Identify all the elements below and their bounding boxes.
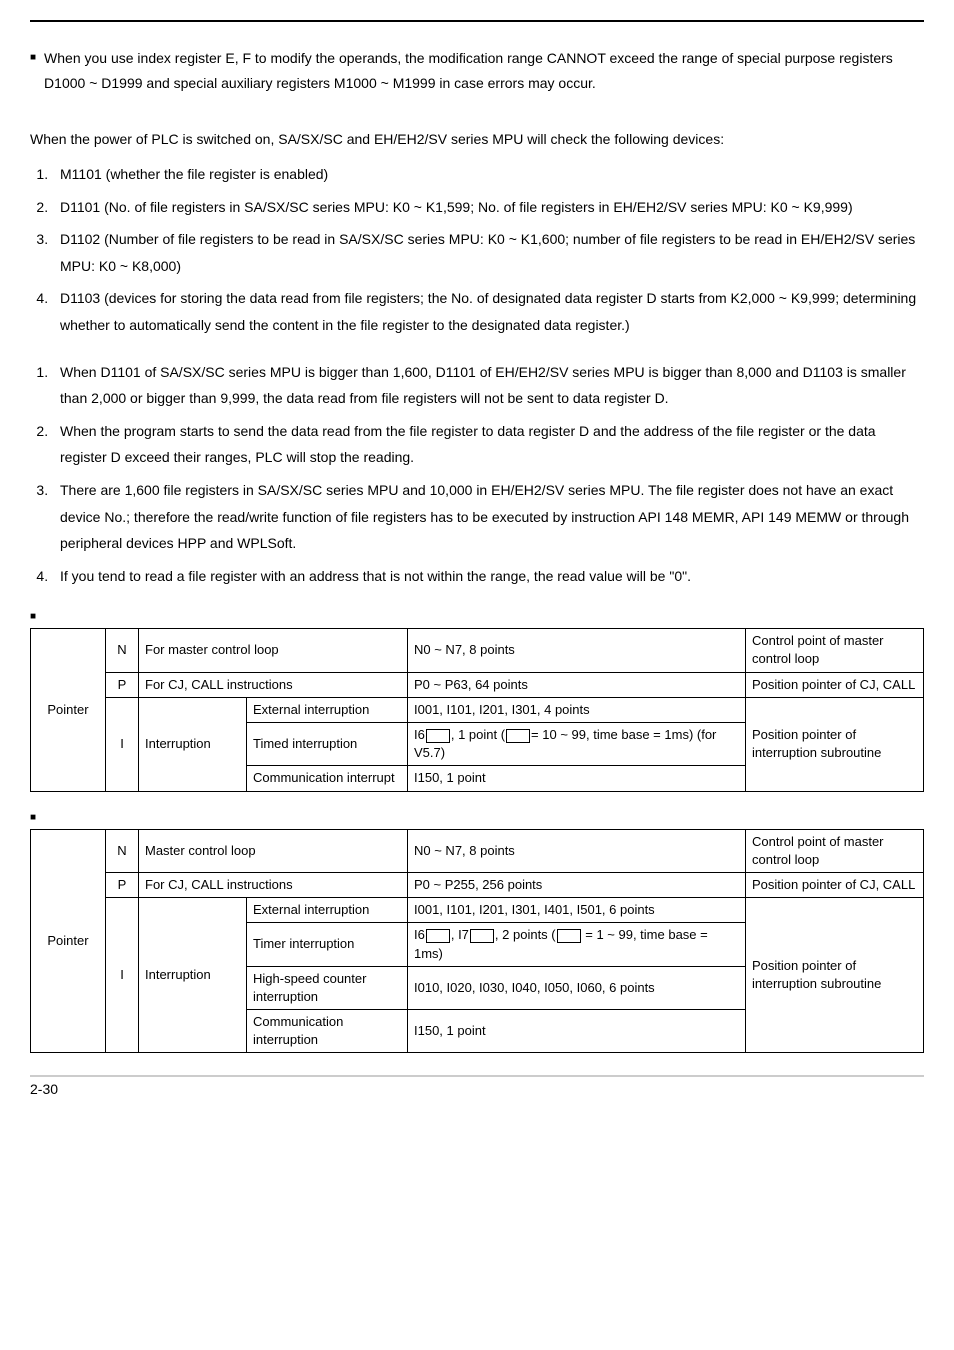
val-cell: I150, 1 point [408, 766, 746, 791]
val-cell: I6, I7, 2 points ( = 1 ~ 99, time base =… [408, 923, 746, 966]
type-cell: Timed interruption [247, 723, 408, 766]
desc-cell: For CJ, CALL instructions [139, 672, 408, 697]
val-cell: I010, I020, I030, I040, I050, I060, 6 po… [408, 966, 746, 1009]
type-cell: Communication interruption [247, 1010, 408, 1053]
table-row: P For CJ, CALL instructions P0 ~ P63, 64… [31, 672, 924, 697]
type-cell: Communication interrupt [247, 766, 408, 791]
range-cell: P0 ~ P255, 256 points [408, 872, 746, 897]
check-item: M1101 (whether the file register is enab… [52, 161, 924, 188]
placeholder-box-icon [426, 729, 450, 743]
type-cell: Timer interruption [247, 923, 408, 966]
type-cell: High-speed counter interruption [247, 966, 408, 1009]
check-intro: When the power of PLC is switched on, SA… [30, 126, 924, 153]
sym-cell: P [106, 872, 139, 897]
sym-cell: N [106, 829, 139, 872]
table-row: Pointer N For master control loop N0 ~ N… [31, 629, 924, 672]
type-cell: External interruption [247, 697, 408, 722]
table-row: I Interruption External interruption I00… [31, 697, 924, 722]
group-cell: Pointer [31, 829, 106, 1053]
desc-cell: For master control loop [139, 629, 408, 672]
placeholder-box-icon [470, 929, 494, 943]
notes-list: When D1101 of SA/SX/SC series MPU is big… [30, 359, 924, 590]
func-cell: Control point of master control loop [746, 629, 924, 672]
group-cell: Pointer [31, 629, 106, 791]
square-bullet-icon: ■ [30, 50, 36, 96]
sub-cell: Interruption [139, 898, 247, 1053]
placeholder-box-icon [557, 929, 581, 943]
placeholder-box-icon [426, 929, 450, 943]
desc-cell: Master control loop [139, 829, 408, 872]
sym-cell: N [106, 629, 139, 672]
section-bullet-icon: ■ [30, 810, 924, 825]
func-cell: Position pointer of CJ, CALL [746, 672, 924, 697]
check-list: M1101 (whether the file register is enab… [30, 161, 924, 339]
sym-cell: I [106, 697, 139, 791]
sym-cell: I [106, 898, 139, 1053]
check-item: D1103 (devices for storing the data read… [52, 285, 924, 338]
val-cell: I6, 1 point (= 10 ~ 99, time base = 1ms)… [408, 723, 746, 766]
func-cell: Control point of master control loop [746, 829, 924, 872]
val-cell: I150, 1 point [408, 1010, 746, 1053]
sub-cell: Interruption [139, 697, 247, 791]
section-bullet-icon: ■ [30, 609, 924, 624]
placeholder-box-icon [506, 729, 530, 743]
notes-item: When the program starts to send the data… [52, 418, 924, 471]
func-cell: Position pointer of CJ, CALL [746, 872, 924, 897]
page-number: 2-30 [30, 1075, 924, 1100]
notes-item: If you tend to read a file register with… [52, 563, 924, 590]
range-cell: N0 ~ N7, 8 points [408, 629, 746, 672]
desc-cell: For CJ, CALL instructions [139, 872, 408, 897]
type-cell: External interruption [247, 898, 408, 923]
range-cell: N0 ~ N7, 8 points [408, 829, 746, 872]
intro-bullet: ■ When you use index register E, F to mo… [30, 46, 924, 96]
pointer-table-1: Pointer N For master control loop N0 ~ N… [30, 628, 924, 791]
sym-cell: P [106, 672, 139, 697]
val-cell: I001, I101, I201, I301, 4 points [408, 697, 746, 722]
table-row: I Interruption External interruption I00… [31, 898, 924, 923]
func-cell: Position pointer of interruption subrout… [746, 697, 924, 791]
check-item: D1101 (No. of file registers in SA/SX/SC… [52, 194, 924, 221]
table-row: P For CJ, CALL instructions P0 ~ P255, 2… [31, 872, 924, 897]
range-cell: P0 ~ P63, 64 points [408, 672, 746, 697]
notes-item: There are 1,600 file registers in SA/SX/… [52, 477, 924, 557]
table-row: Pointer N Master control loop N0 ~ N7, 8… [31, 829, 924, 872]
intro-bullet-text: When you use index register E, F to modi… [44, 46, 924, 96]
check-item: D1102 (Number of file registers to be re… [52, 226, 924, 279]
notes-item: When D1101 of SA/SX/SC series MPU is big… [52, 359, 924, 412]
val-cell: I001, I101, I201, I301, I401, I501, 6 po… [408, 898, 746, 923]
func-cell: Position pointer of interruption subrout… [746, 898, 924, 1053]
pointer-table-2: Pointer N Master control loop N0 ~ N7, 8… [30, 829, 924, 1054]
